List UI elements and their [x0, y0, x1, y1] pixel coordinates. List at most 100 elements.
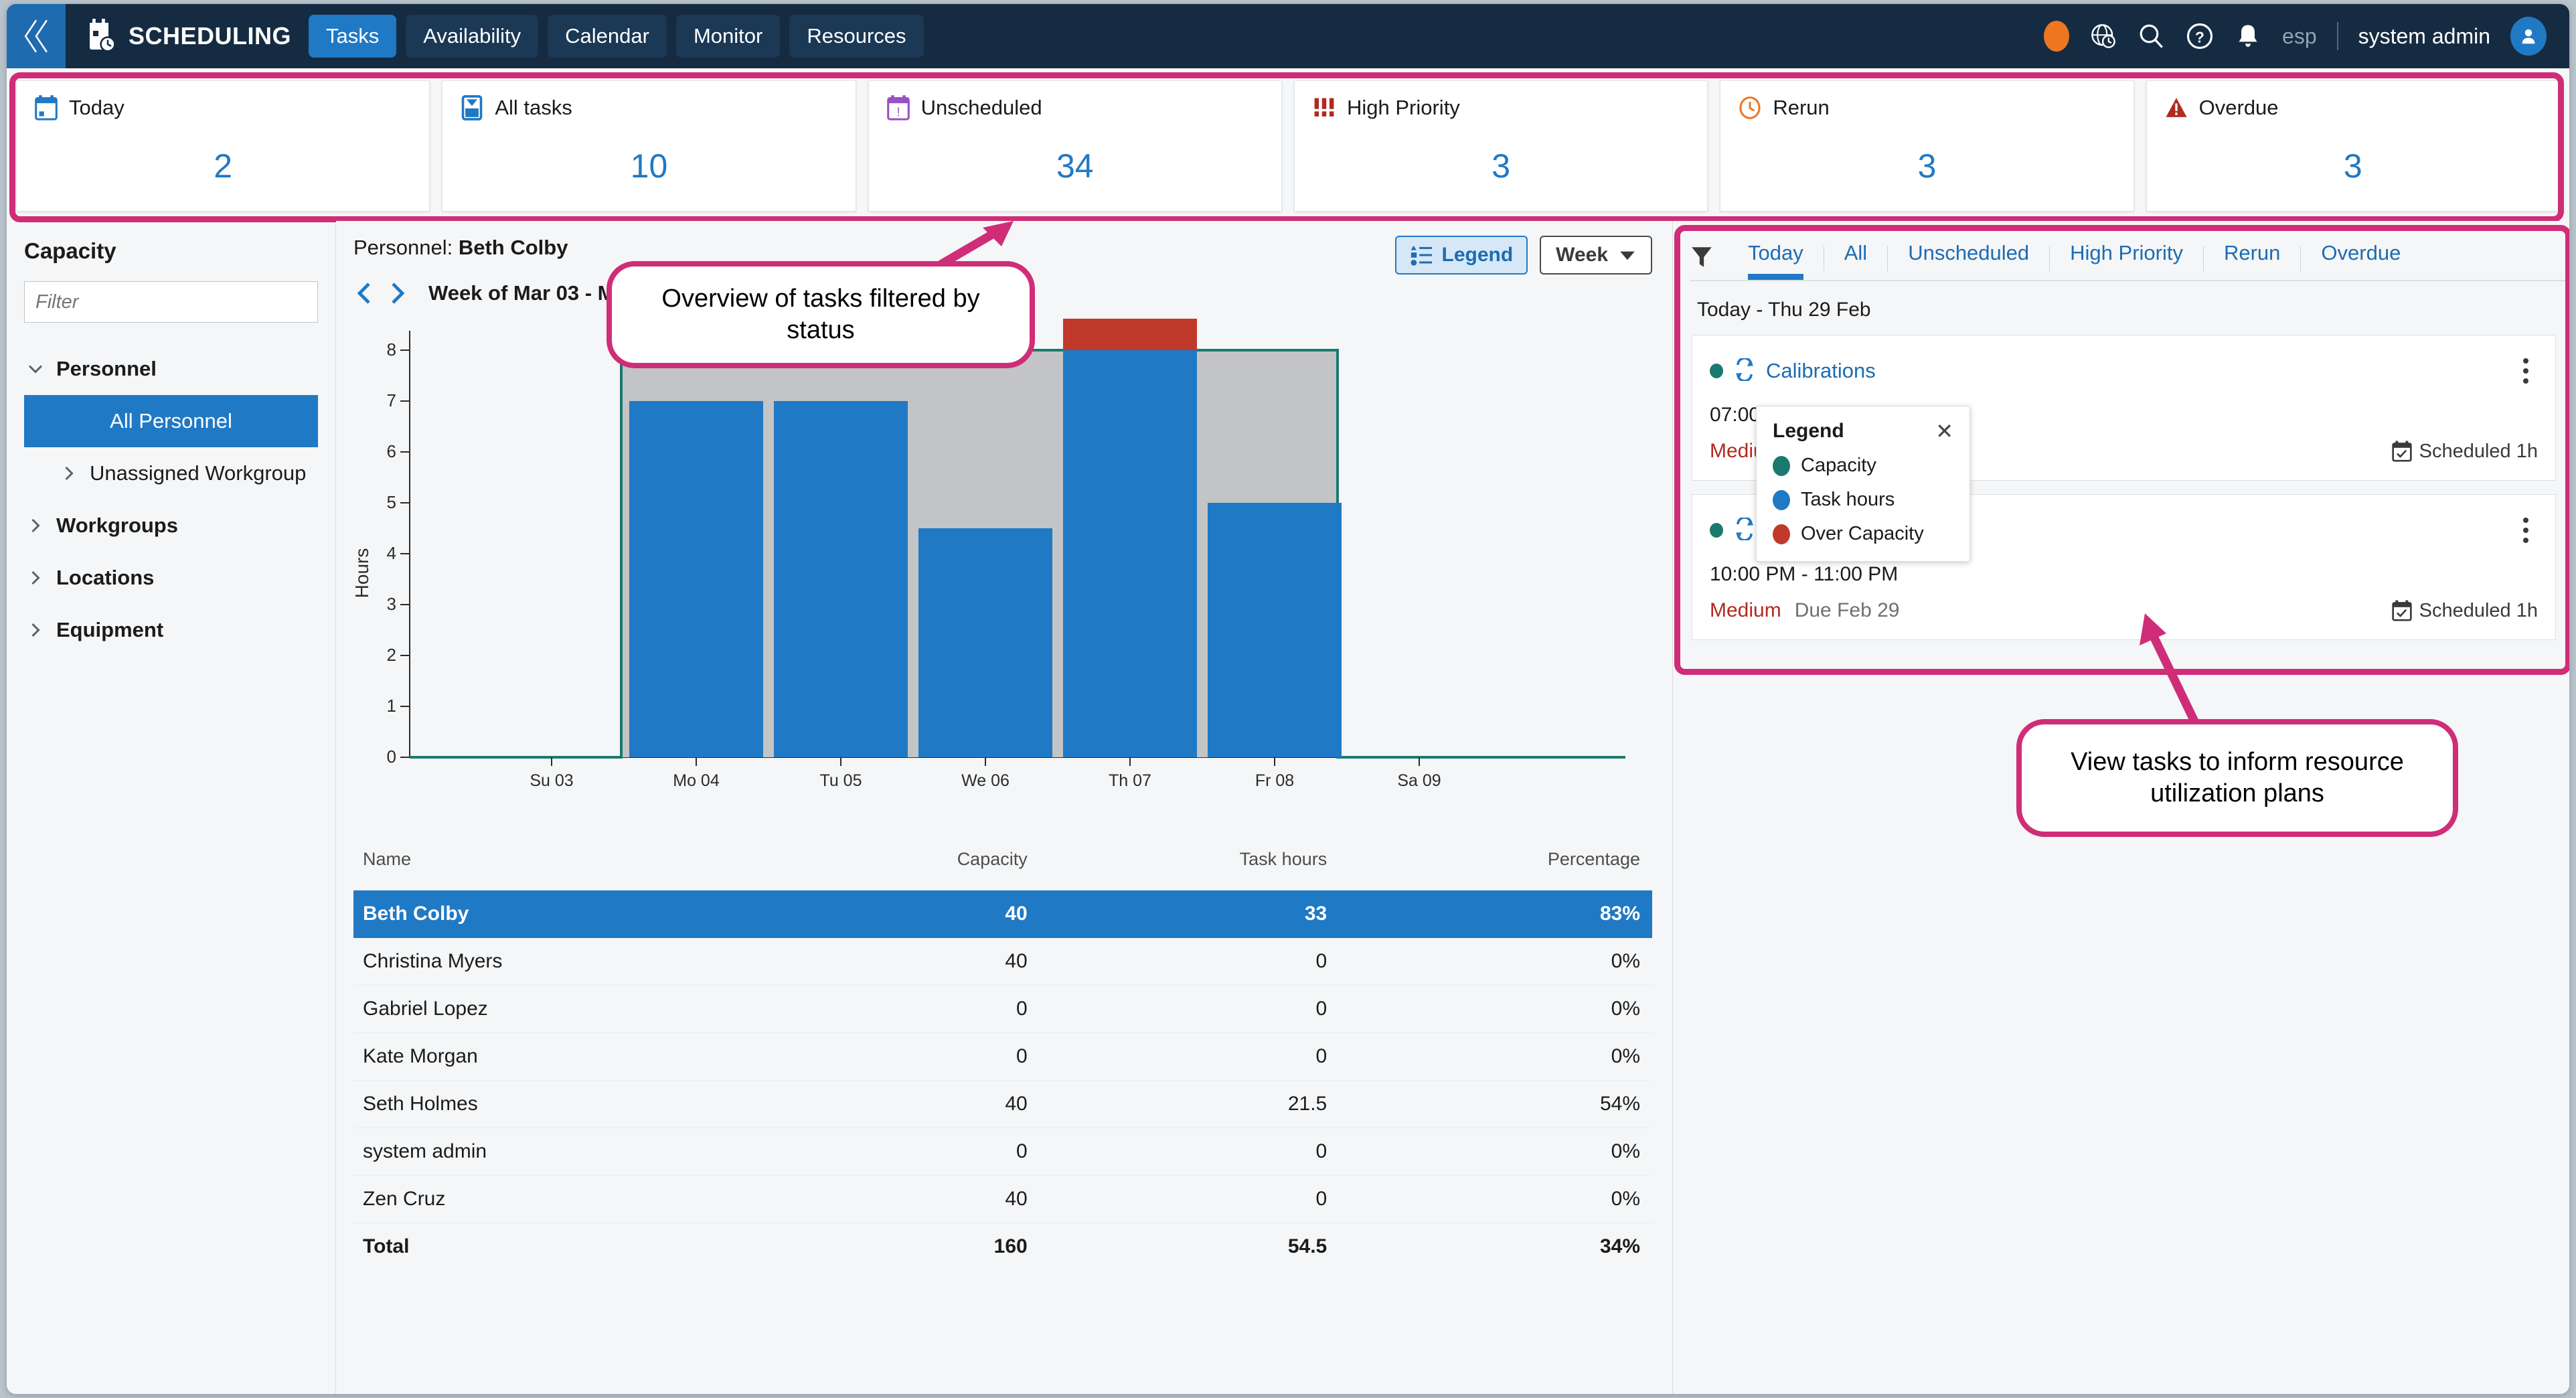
- status-card-rerun[interactable]: Rerun 3: [1720, 80, 2134, 212]
- status-card-unscheduled[interactable]: ! Unscheduled 34: [868, 80, 1282, 212]
- cell-task-hours: 21.5: [1039, 1080, 1340, 1128]
- tab-today[interactable]: Today: [1728, 237, 1824, 280]
- legend-popup-title: Legend: [1773, 420, 1844, 442]
- avatar[interactable]: [2510, 17, 2547, 56]
- legend-toggle-button[interactable]: Legend: [1394, 236, 1528, 275]
- sidebar-item-label: Personnel: [56, 357, 157, 380]
- filter-input[interactable]: [24, 281, 318, 323]
- calendar-alert-icon: !: [886, 95, 910, 121]
- top-navigation-bar: SCHEDULING Tasks Availability Calendar M…: [7, 4, 2569, 68]
- task-scheduled-label: Scheduled 1h: [2419, 599, 2538, 621]
- sidebar-item-label: Locations: [56, 566, 155, 589]
- bell-icon[interactable]: [2234, 21, 2262, 51]
- sidebar-item-equipment[interactable]: Equipment: [24, 604, 318, 656]
- table-row[interactable]: Kate Morgan 0 0 0%: [353, 1032, 1652, 1081]
- task-card-footer: Medium Due Feb 29 Scheduled 1h: [1710, 599, 2538, 622]
- table-row[interactable]: system admin 0 0 0%: [353, 1128, 1652, 1176]
- search-icon[interactable]: [2138, 21, 2166, 51]
- divider: [2336, 22, 2338, 50]
- period-select[interactable]: Week: [1540, 236, 1652, 275]
- chevron-left-icon: [357, 283, 370, 304]
- table-row[interactable]: Christina Myers 40 0 0%: [353, 937, 1652, 986]
- table-row[interactable]: Gabriel Lopez 0 0 0%: [353, 985, 1652, 1033]
- nav-tab-availability[interactable]: Availability: [406, 15, 539, 58]
- status-card-overdue[interactable]: Overdue 3: [2146, 80, 2560, 212]
- task-menu-button[interactable]: [2514, 510, 2538, 551]
- help-icon[interactable]: ?: [2186, 21, 2214, 51]
- status-card-value: 3: [1917, 147, 1937, 185]
- column-header-capacity[interactable]: Capacity: [785, 842, 1040, 890]
- task-name[interactable]: Calibrations: [1766, 359, 1876, 383]
- tab-unscheduled[interactable]: Unscheduled: [1888, 237, 2049, 280]
- cell-task-hours: 0: [1039, 937, 1340, 986]
- legend-list-icon: [1411, 245, 1432, 266]
- column-header-name[interactable]: Name: [353, 842, 786, 890]
- cell-name: system admin: [353, 1128, 786, 1176]
- personnel-title: Personnel: Beth Colby: [353, 236, 663, 260]
- nav-tab-resources[interactable]: Resources: [789, 15, 924, 58]
- status-cards-row: Today 2 All tasks 10 ! Unscheduled 34 Hi…: [16, 80, 2560, 212]
- y-axis-label: Hours: [353, 548, 372, 599]
- sidebar-item-locations[interactable]: Locations: [24, 552, 318, 604]
- status-card-today[interactable]: Today 2: [16, 80, 430, 212]
- table-row[interactable]: Seth Holmes 40 21.5 54%: [353, 1080, 1652, 1128]
- tab-rerun[interactable]: Rerun: [2204, 237, 2300, 280]
- svg-text:5: 5: [387, 492, 396, 512]
- capacity-sidebar: Capacity Personnel All Personnel Unass: [7, 221, 336, 1394]
- cell-task-hours: 0: [1039, 1175, 1340, 1223]
- status-card-label: Rerun: [1773, 96, 1830, 119]
- sidebar-item-unassigned-workgroup[interactable]: Unassigned Workgroup: [24, 447, 318, 499]
- bar-we-06: [918, 528, 1052, 757]
- clock-icon: [1739, 96, 1761, 119]
- status-card-label: Overdue: [2198, 96, 2279, 119]
- status-dot-icon: [1710, 523, 1723, 538]
- personnel-name: Beth Colby: [458, 236, 568, 259]
- calendar-check-icon: [2391, 600, 2412, 621]
- status-card-all-tasks[interactable]: All tasks 10: [442, 80, 856, 212]
- column-header-task-hours[interactable]: Task hours: [1039, 842, 1340, 890]
- nav-tab-calendar[interactable]: Calendar: [548, 15, 667, 58]
- chevron-down-icon: [27, 364, 44, 374]
- kebab-dot: [2523, 518, 2528, 523]
- previous-week-button[interactable]: [353, 279, 376, 308]
- svg-text:4: 4: [387, 543, 396, 563]
- tab-high-priority[interactable]: High Priority: [2050, 237, 2203, 280]
- status-card-header: ! Unscheduled: [886, 94, 1264, 121]
- globe-clock-icon[interactable]: [2089, 21, 2117, 51]
- sidebar-item-all-personnel[interactable]: All Personnel: [24, 395, 318, 447]
- tab-overdue[interactable]: Overdue: [2301, 237, 2421, 280]
- status-card-header: Overdue: [2164, 94, 2542, 121]
- annotation-callout-status: Overview of tasks filtered by status: [607, 261, 1035, 368]
- username-label: system admin: [2358, 23, 2490, 48]
- back-button[interactable]: [7, 4, 66, 68]
- cell-percentage: 0%: [1339, 1128, 1652, 1176]
- status-card-high-priority[interactable]: High Priority 3: [1293, 80, 1708, 212]
- nav-tab-monitor[interactable]: Monitor: [675, 15, 781, 58]
- language-selector[interactable]: esp: [2282, 24, 2317, 49]
- status-card-label: High Priority: [1346, 96, 1460, 119]
- table-row[interactable]: Beth Colby 40 33 83%: [353, 890, 1652, 938]
- column-header-percentage[interactable]: Percentage: [1339, 842, 1652, 890]
- tab-all[interactable]: All: [1824, 237, 1887, 280]
- kebab-dot: [2523, 538, 2528, 543]
- chevron-right-icon: [392, 283, 405, 304]
- notification-status-dot-icon[interactable]: [2044, 21, 2070, 52]
- clipboard-icon: [462, 95, 483, 121]
- filter-icon[interactable]: [1690, 244, 1713, 273]
- cell-name: Zen Cruz: [353, 1175, 786, 1223]
- status-card-value: 34: [1056, 147, 1094, 185]
- kebab-dot: [2523, 528, 2528, 533]
- svg-text:Tu 05: Tu 05: [819, 771, 862, 790]
- cell-name: Beth Colby: [353, 890, 786, 938]
- task-menu-button[interactable]: [2514, 350, 2538, 392]
- status-card-header: High Priority: [1312, 94, 1690, 121]
- svg-text:8: 8: [387, 339, 396, 360]
- close-icon[interactable]: ✕: [1935, 420, 1953, 442]
- sidebar-item-workgroups[interactable]: Workgroups: [24, 499, 318, 552]
- status-cards-section: Today 2 All tasks 10 ! Unscheduled 34 Hi…: [7, 68, 2569, 222]
- bar-th-07: [1063, 350, 1197, 757]
- nav-tab-tasks[interactable]: Tasks: [309, 15, 397, 58]
- sidebar-item-personnel[interactable]: Personnel: [24, 343, 318, 395]
- table-row[interactable]: Zen Cruz 40 0 0%: [353, 1175, 1652, 1223]
- next-week-button[interactable]: [386, 279, 408, 308]
